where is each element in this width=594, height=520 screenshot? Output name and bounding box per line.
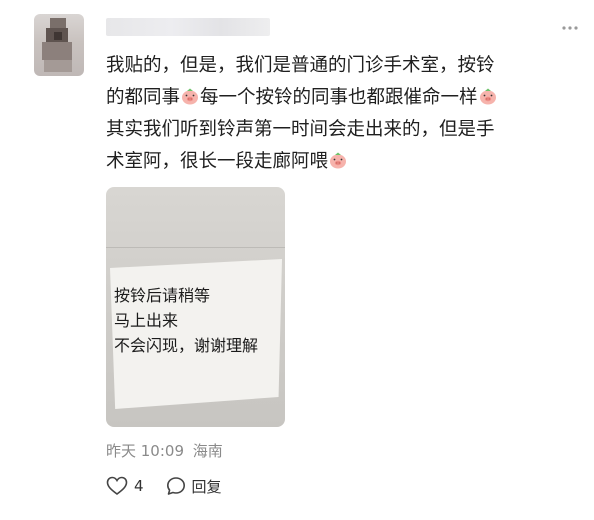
sign-text: 按铃后请稍等 马上出来 不会闪现，谢谢理解 bbox=[114, 283, 258, 358]
post-text: 我贴的，但是，我们是普通的门诊手术室，按铃 的都同事 每一个按铃的同事也都跟催命… bbox=[106, 50, 576, 178]
reply-label: 回复 bbox=[191, 477, 222, 496]
sign-line: 不会闪现，谢谢理解 bbox=[114, 336, 259, 355]
post-photo[interactable]: 按铃后请稍等 马上出来 不会闪现，谢谢理解 bbox=[106, 187, 285, 427]
more-options-button[interactable] bbox=[560, 18, 580, 36]
wall-line bbox=[106, 247, 285, 248]
post-time: 昨天 10:09 bbox=[106, 442, 184, 460]
post-line: 术室阿，很长一段走廊阿喂 bbox=[106, 146, 576, 178]
like-count: 4 bbox=[134, 477, 144, 495]
pig-face-emoji-icon bbox=[182, 88, 199, 105]
more-horizontal-icon bbox=[562, 26, 578, 30]
sign-line: 马上出来 bbox=[114, 311, 179, 330]
pig-face-emoji-icon bbox=[330, 152, 347, 169]
pig-face-emoji-icon bbox=[479, 88, 496, 105]
sign-line: 按铃后请稍等 bbox=[114, 286, 211, 305]
comment-bubble-icon bbox=[166, 477, 185, 495]
post-line: 的都同事 每一个按铃的同事也都跟催命一样 bbox=[106, 82, 576, 114]
post-meta: 昨天 10:09 海南 bbox=[106, 440, 227, 461]
username-blurred[interactable] bbox=[106, 18, 270, 36]
like-button[interactable]: 4 bbox=[106, 476, 144, 496]
heart-icon bbox=[106, 476, 128, 495]
post-actions: 4 回复 bbox=[106, 474, 244, 498]
post-line: 我贴的，但是，我们是普通的门诊手术室，按铃 bbox=[106, 55, 495, 76]
post-line: 其实我们听到铃声第一时间会走出来的，但是手 bbox=[106, 119, 495, 140]
reply-button[interactable]: 回复 bbox=[166, 476, 222, 497]
post-location: 海南 bbox=[192, 442, 223, 460]
avatar[interactable] bbox=[34, 14, 84, 76]
